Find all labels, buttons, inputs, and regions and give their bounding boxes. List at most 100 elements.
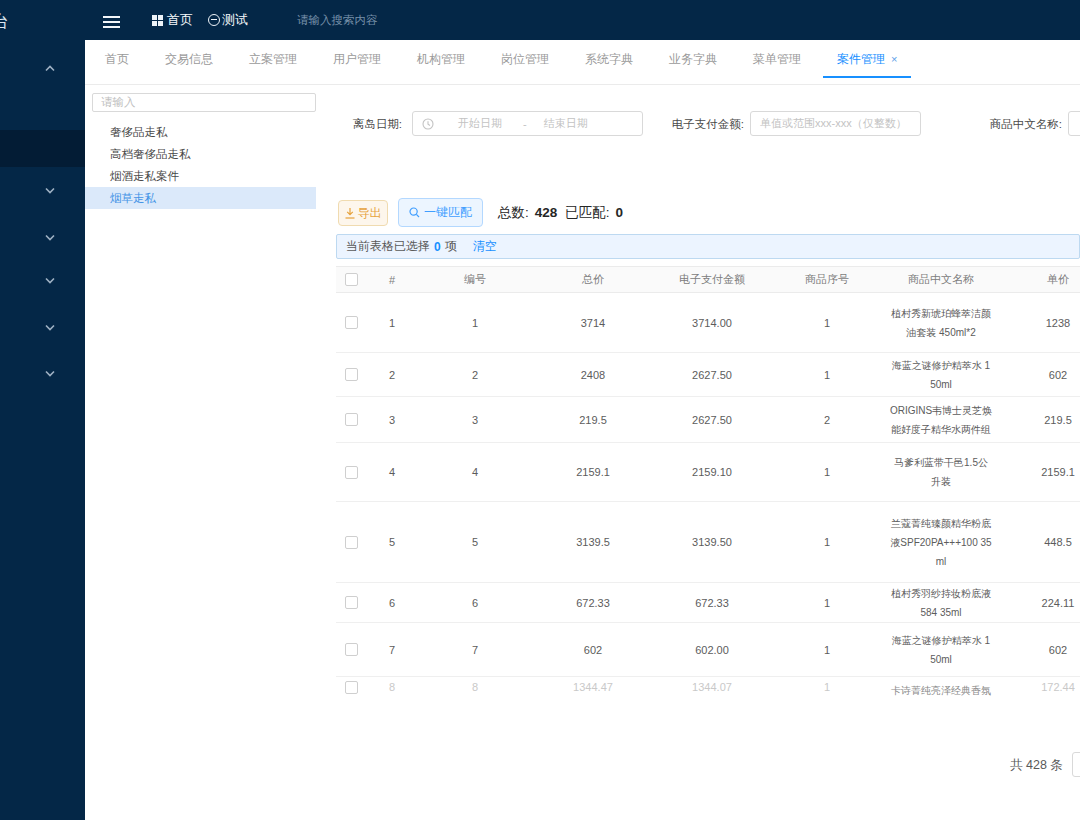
row-no: 2 [418, 353, 532, 396]
name-filter-label: 商品中文名称: [950, 112, 1062, 136]
tab-close-icon[interactable]: × [891, 53, 897, 65]
row-checkbox[interactable] [345, 596, 358, 609]
product-name-input[interactable] [1068, 111, 1080, 136]
row-epay: 1344.07 [654, 677, 770, 693]
tab-2[interactable]: 交易信息 [151, 40, 227, 78]
tab-3[interactable]: 立案管理 [235, 40, 311, 78]
tab-label: 立案管理 [249, 52, 297, 66]
row-total: 3139.5 [532, 502, 654, 582]
row-no: 5 [418, 502, 532, 582]
row-total: 2408 [532, 353, 654, 396]
row-seq: 1 [770, 502, 884, 582]
pagination-total: 共 428 条 [1010, 757, 1063, 774]
date-end-placeholder: 结束日期 [544, 116, 588, 131]
tab-9[interactable]: 菜单管理 [739, 40, 815, 78]
category-item-4-selected[interactable]: 烟草走私 [85, 187, 316, 209]
page-size-select[interactable] [1072, 752, 1080, 777]
select-all-checkbox[interactable] [345, 273, 358, 286]
match-button[interactable]: 一键匹配 [398, 198, 483, 227]
matched-value: 0 [616, 203, 624, 223]
download-icon [345, 208, 355, 219]
clear-selection-link[interactable]: 清空 [473, 238, 497, 255]
left-sidebar [0, 40, 85, 820]
row-checkbox[interactable] [345, 536, 358, 549]
row-epay: 2159.10 [654, 443, 770, 501]
tab-label: 业务字典 [669, 52, 717, 66]
nav-test[interactable]: 测试 [222, 0, 248, 40]
row-seq: 1 [770, 293, 884, 352]
date-separator: - [523, 118, 527, 130]
row-seq: 2 [770, 397, 884, 442]
row-checkbox[interactable] [345, 681, 358, 694]
date-filter-label: 离岛日期: [329, 112, 402, 136]
row-epay: 3139.50 [654, 502, 770, 582]
row-checkbox[interactable] [345, 643, 358, 656]
row-name: 海蓝之谜修护精萃水 150ml [884, 353, 998, 396]
table-row-4: 442159.12159.101马爹利蓝带干邑1.5公升装2159.1 [336, 443, 1080, 502]
category-item-1[interactable]: 奢侈品走私 [85, 121, 316, 143]
chevron-down-icon[interactable] [45, 277, 55, 284]
row-price: 1238 [998, 293, 1080, 352]
row-seq: 1 [770, 623, 884, 676]
table-row-5: 553139.53139.501兰蔻菁纯臻颜精华粉底液SPF20PA+++100… [336, 502, 1080, 583]
minus-circle-icon [208, 14, 220, 26]
total-value: 428 [535, 203, 558, 223]
row-name: 植村秀新琥珀蜂萃洁颜油套装 450ml*2 [884, 293, 998, 352]
nav-search-input[interactable]: 请输入搜索内容 [297, 0, 378, 40]
table-row-7: 77602602.001海蓝之谜修护精萃水 150ml602 [336, 623, 1080, 677]
category-item-3[interactable]: 烟酒走私案件 [85, 165, 316, 187]
tab-label: 岗位管理 [501, 52, 549, 66]
alert-suffix: 项 [445, 238, 457, 255]
row-price: 602 [998, 353, 1080, 396]
row-index: 6 [366, 583, 418, 622]
table-row-1: 1137143714.001植村秀新琥珀蜂萃洁颜油套装 450ml*21238 [336, 293, 1080, 353]
row-price: 172.44 [998, 677, 1080, 693]
chevron-up-icon[interactable] [45, 65, 55, 72]
date-range-input[interactable]: 开始日期 - 结束日期 [412, 111, 643, 136]
table-header-row: #编号总价电子支付金额商品序号商品中文名称单价 [336, 266, 1080, 293]
chevron-down-icon[interactable] [45, 324, 55, 331]
row-price: 219.5 [998, 397, 1080, 442]
col-header-6: 商品中文名称 [884, 267, 998, 292]
export-button[interactable]: 导出 [338, 200, 388, 226]
tab-label: 系统字典 [585, 52, 633, 66]
chevron-down-icon[interactable] [45, 187, 55, 194]
row-checkbox[interactable] [345, 413, 358, 426]
sidebar-selected-item[interactable] [0, 130, 85, 167]
tab-8[interactable]: 业务字典 [655, 40, 731, 78]
tab-5[interactable]: 机构管理 [403, 40, 479, 78]
row-index: 3 [366, 397, 418, 442]
row-checkbox[interactable] [345, 368, 358, 381]
nav-home[interactable]: 首页 [167, 0, 193, 40]
row-total: 219.5 [532, 397, 654, 442]
row-seq: 1 [770, 677, 884, 693]
row-name: ORIGINS韦博士灵芝焕能好度子精华水两件组 [884, 397, 998, 442]
search-icon [409, 207, 420, 218]
row-checkbox[interactable] [345, 316, 358, 329]
row-name: 植村秀羽纱持妆粉底液584 35ml [884, 583, 998, 622]
tab-bar: 首页交易信息 立案管理 用户管理机构管理 岗位管理 系统字典 业务字典 菜单管理 案件管理 × [85, 40, 1080, 85]
date-start-placeholder: 开始日期 [458, 116, 502, 131]
row-seq: 1 [770, 353, 884, 396]
pay-amount-input[interactable]: 单值或范围xxx-xxx（仅整数） [750, 111, 921, 136]
row-price: 602 [998, 623, 1080, 676]
chevron-down-icon[interactable] [45, 234, 55, 241]
tab-label: 案件管理 [837, 52, 885, 66]
tab-10-active[interactable]: 案件管理 × [823, 40, 911, 78]
row-price: 224.11 [998, 583, 1080, 622]
tab-1[interactable]: 首页 [91, 40, 143, 78]
home-grid-icon [152, 15, 163, 26]
tab-4[interactable]: 用户管理 [319, 40, 395, 78]
row-no: 3 [418, 397, 532, 442]
row-total: 3714 [532, 293, 654, 352]
tab-6[interactable]: 岗位管理 [487, 40, 563, 78]
tab-7[interactable]: 系统字典 [571, 40, 647, 78]
row-checkbox[interactable] [345, 466, 358, 479]
chevron-down-icon[interactable] [45, 370, 55, 377]
row-epay: 3714.00 [654, 293, 770, 352]
category-item-2[interactable]: 高档奢侈品走私 [85, 143, 316, 165]
menu-toggle-icon[interactable] [103, 16, 120, 28]
logo-fragment: 台 [0, 10, 9, 33]
category-search-input[interactable]: 请输入 [92, 93, 316, 112]
col-header-1: # [366, 267, 418, 292]
